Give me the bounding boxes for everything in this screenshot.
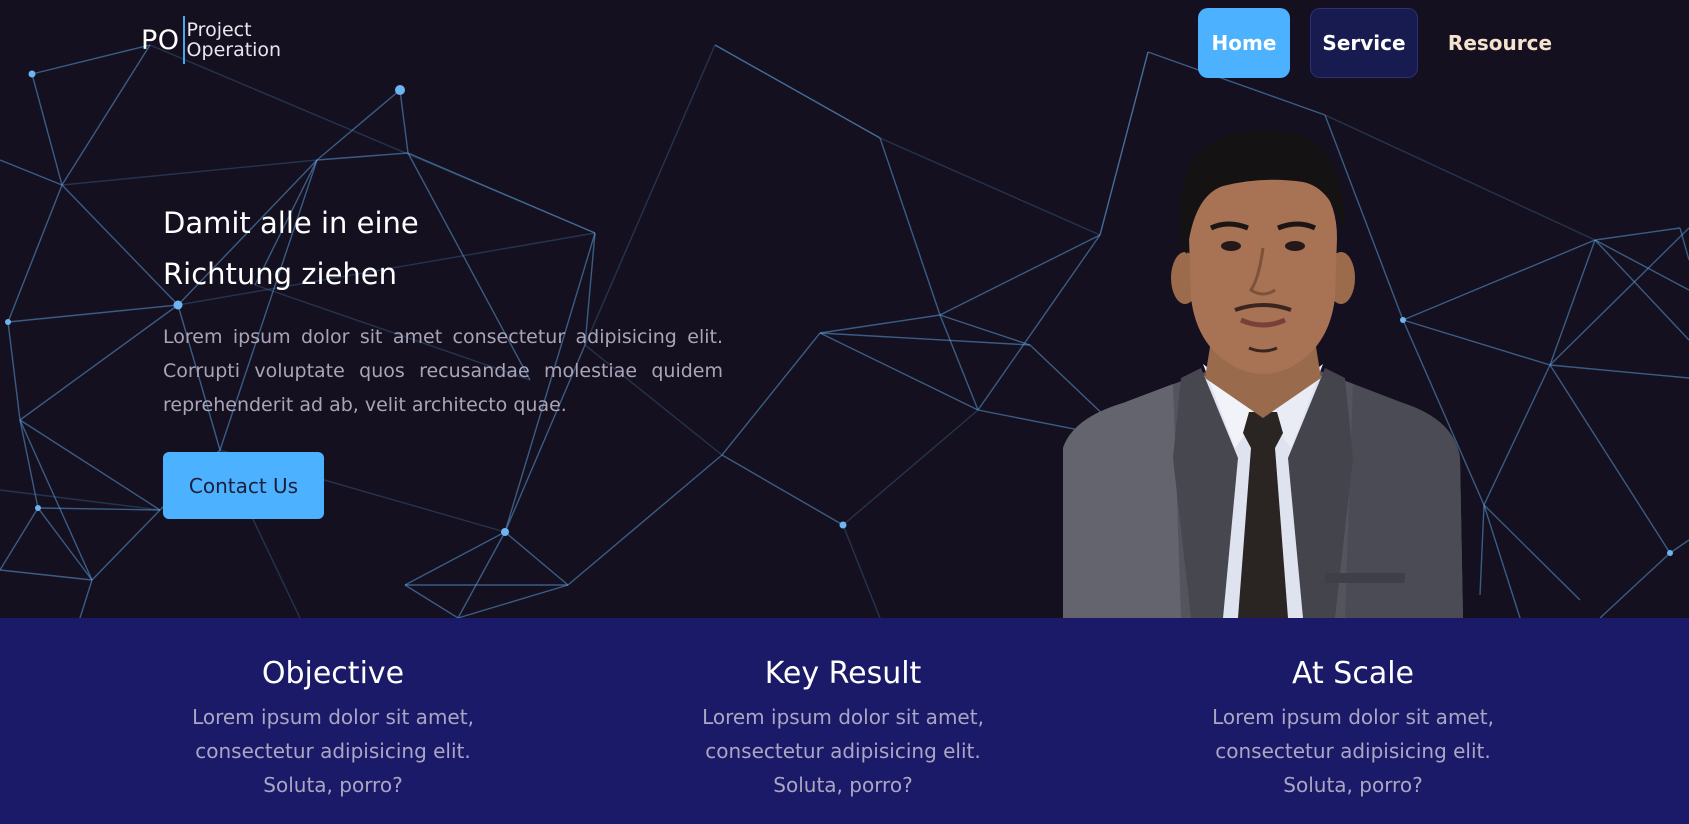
feature-key-result: Key Result Lorem ipsum dolor sit amet, c… bbox=[663, 654, 1023, 802]
feature-description: Lorem ipsum dolor sit amet, consectetur … bbox=[153, 700, 513, 802]
feature-title: Key Result bbox=[764, 656, 922, 691]
feature-description: Lorem ipsum dolor sit amet, consectetur … bbox=[1173, 700, 1533, 802]
feature-description: Lorem ipsum dolor sit amet, consectetur … bbox=[663, 700, 1023, 802]
hero-title-line-2: Richtung ziehen bbox=[163, 257, 398, 291]
feature-desc-line-1: Lorem ipsum dolor sit amet, bbox=[192, 705, 474, 729]
logo-line-2: Operation bbox=[186, 39, 282, 61]
feature-desc-line-3: Soluta, porro? bbox=[773, 773, 913, 797]
feature-desc-line-1: Lorem ipsum dolor sit amet, bbox=[702, 705, 984, 729]
feature-title: At Scale bbox=[1291, 656, 1414, 691]
logo-line-1: Project bbox=[186, 19, 252, 41]
hero-section: PO Project Operation Home Service Resour… bbox=[0, 0, 1689, 618]
logo-text: Project Operation bbox=[187, 20, 282, 60]
logo-mark: PO bbox=[141, 24, 180, 56]
contact-us-button[interactable]: Contact Us bbox=[163, 452, 324, 519]
feature-objective: Objective Lorem ipsum dolor sit amet, co… bbox=[153, 654, 513, 802]
nav-home-button[interactable]: Home bbox=[1198, 8, 1290, 78]
person-photo bbox=[1063, 130, 1463, 618]
hero-description: Lorem ipsum dolor sit amet consectetur a… bbox=[163, 326, 723, 416]
nav-service-button[interactable]: Service bbox=[1310, 8, 1418, 78]
feature-desc-line-3: Soluta, porro? bbox=[263, 773, 403, 797]
feature-desc-line-2: consectetur adipisicing elit. bbox=[705, 739, 981, 763]
nav-resource-button[interactable]: Resource bbox=[1440, 8, 1560, 78]
feature-desc-line-3: Soluta, porro? bbox=[1283, 773, 1423, 797]
feature-desc-line-1: Lorem ipsum dolor sit amet, bbox=[1212, 705, 1494, 729]
feature-at-scale: At Scale Lorem ipsum dolor sit amet, con… bbox=[1173, 654, 1533, 802]
logo[interactable]: PO Project Operation bbox=[141, 16, 281, 64]
hero-title-line-1: Damit alle in eine bbox=[163, 206, 419, 240]
feature-desc-line-2: consectetur adipisicing elit. bbox=[1215, 739, 1491, 763]
feature-title: Objective bbox=[261, 656, 405, 691]
hero-title: Damit alle in eine Richtung ziehen bbox=[163, 198, 723, 300]
logo-divider bbox=[182, 16, 185, 64]
feature-desc-line-2: consectetur adipisicing elit. bbox=[195, 739, 471, 763]
features-section: Objective Lorem ipsum dolor sit amet, co… bbox=[0, 618, 1689, 824]
